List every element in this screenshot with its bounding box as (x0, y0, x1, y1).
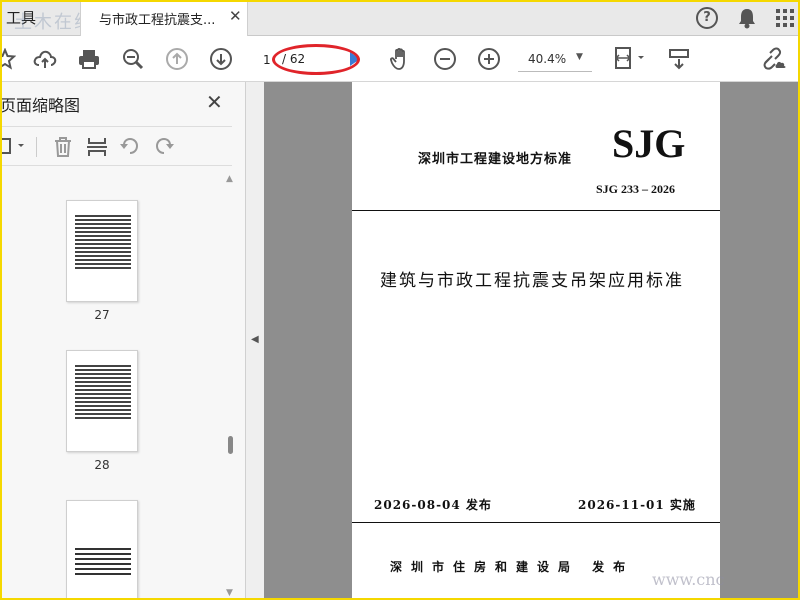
table-preview (75, 545, 131, 575)
panel-title: 页面缩略图 (0, 96, 81, 115)
trash-icon[interactable] (52, 136, 74, 162)
fit-page-icon[interactable] (612, 46, 648, 72)
zoom-select[interactable]: 40.4% ▼ (518, 48, 592, 72)
previous-page-icon[interactable] (164, 46, 190, 72)
star-icon[interactable] (0, 46, 18, 72)
thumbnail-list: 27 28 (0, 168, 224, 600)
tab-document-title: 与市政工程抗震支... (99, 13, 216, 28)
panel-collapse-handle[interactable]: ◀ (246, 82, 264, 600)
document-page: 深圳市工程建设地方标准 SJG SJG 233 – 2026 建筑与市政工程抗震… (352, 82, 720, 600)
page-thumbnail[interactable] (66, 350, 138, 452)
thumbnail-scrollbar[interactable]: ▲ ▼ (224, 168, 238, 600)
help-icon[interactable]: ? (696, 7, 718, 29)
scroll-down-icon[interactable]: ▼ (226, 588, 233, 598)
zoom-in-icon[interactable] (476, 46, 502, 72)
apps-grid-icon[interactable] (776, 9, 794, 27)
site-watermark-bottom: www.cnc (652, 570, 725, 589)
scroll-up-icon[interactable]: ▲ (226, 174, 233, 184)
thumbnail-page-number: 28 (94, 458, 110, 472)
page-thumbnail[interactable] (66, 500, 138, 600)
rotate-cw-icon[interactable] (152, 136, 176, 162)
scroll-mode-icon[interactable] (666, 46, 692, 72)
standard-organization: 深圳市工程建设地方标准 (418, 152, 573, 167)
rotate-ccw-icon[interactable] (118, 136, 142, 162)
bell-icon[interactable] (737, 7, 757, 33)
toolbar-divider (36, 137, 37, 157)
zoom-out-icon[interactable] (432, 46, 458, 72)
publisher: 深圳市住房和建设局 发布 (390, 560, 635, 574)
panel-close-icon[interactable]: ✕ (206, 90, 223, 114)
tab-close-icon[interactable]: ✕ (229, 7, 242, 25)
hand-tool-icon[interactable] (388, 46, 414, 72)
print-icon[interactable] (76, 46, 102, 72)
divider-line (352, 210, 720, 211)
panel-toolbar (0, 126, 232, 166)
upload-cloud-icon[interactable] (32, 46, 58, 72)
zoom-marquee-icon[interactable] (120, 46, 146, 72)
standard-code: SJG 233 – 2026 (596, 182, 676, 196)
implementation-date: 2026-11-01 实施 (578, 498, 696, 512)
standard-logo: SJG (612, 121, 686, 166)
share-link-icon[interactable] (760, 46, 790, 72)
issue-date: 2026-08-04 发布 (374, 498, 492, 512)
collapse-arrow-icon: ◀ (251, 334, 259, 345)
table-preview (75, 213, 131, 269)
scroll-thumb[interactable] (228, 436, 233, 454)
document-title: 建筑与市政工程抗震支吊架应用标准 (380, 271, 684, 291)
split-page-icon[interactable] (86, 136, 108, 162)
next-page-icon[interactable] (208, 46, 234, 72)
zoom-value: 40.4% (528, 52, 567, 66)
annotation-ellipse (272, 44, 360, 75)
main-toolbar: / 62 40.4% ▼ (0, 36, 800, 82)
thumbnail-page-number: 27 (94, 308, 110, 322)
tab-document[interactable]: 与市政工程抗震支... ✕ (80, 0, 248, 36)
chevron-down-icon: ▼ (576, 52, 583, 62)
divider-line (352, 522, 720, 523)
table-preview (75, 363, 131, 419)
tab-bar: 工具 土木在线网 与市政工程抗震支... ✕ ? (0, 0, 800, 36)
document-viewport[interactable]: 深圳市工程建设地方标准 SJG SJG 233 – 2026 建筑与市政工程抗震… (264, 82, 800, 600)
page-thumbnail[interactable] (66, 200, 138, 302)
thumbnail-options-icon[interactable] (0, 136, 28, 160)
thumbnails-panel: 页面缩略图 ✕ 27 28 ▲ ▼ (0, 82, 246, 600)
